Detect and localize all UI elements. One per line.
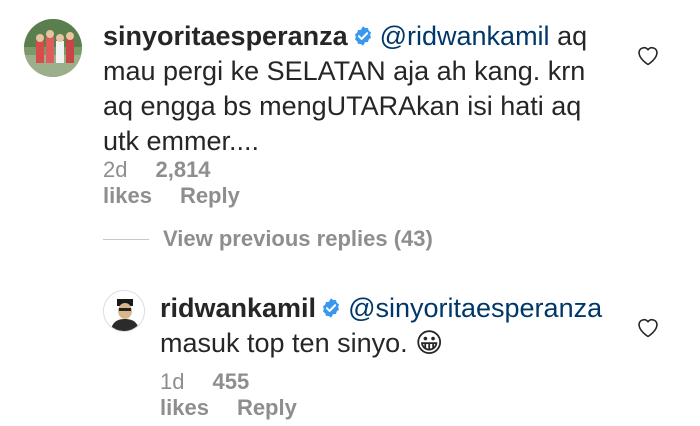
avatar-photo-icon — [24, 19, 82, 77]
comment-1-reply-button[interactable]: Reply — [180, 183, 240, 208]
heart-outline-icon[interactable] — [636, 316, 660, 338]
comment-1-line4: utk emmer.... — [103, 126, 260, 156]
divider-line — [103, 238, 149, 240]
comment-2-mention[interactable]: @sinyoritaesperanza — [348, 293, 602, 323]
comment-1-line2: mau pergi ke SELATAN aja ah kang. krn — [103, 56, 586, 86]
grinning-face-emoji: 😀 — [415, 328, 444, 358]
comment-2-line2: masuk top ten sinyo. — [160, 328, 416, 358]
comment-1-line3: aq engga bs mengUTARAkan isi hati aq — [103, 91, 582, 121]
heart-outline-icon[interactable] — [636, 44, 660, 66]
comment-1-username[interactable]: sinyoritaesperanza — [103, 21, 348, 51]
comment-2-time[interactable]: 1d — [160, 369, 184, 394]
view-previous-replies-label[interactable]: View previous replies (43) — [163, 226, 433, 252]
verified-badge-icon — [354, 26, 371, 46]
comment-1-text: sinyoritaesperanza @ridwankamil aq mau pe… — [103, 19, 623, 159]
verified-badge-icon — [323, 298, 340, 318]
avatar-ridwankamil[interactable] — [103, 290, 145, 332]
comment-1-time[interactable]: 2d — [103, 157, 127, 182]
comment-1-line1: aq — [549, 21, 588, 51]
comment-1-mention[interactable]: @ridwankamil — [380, 21, 550, 51]
comment-2-meta: 1d 455 likes Reply — [160, 369, 325, 421]
comment-2-text: ridwankamil @sinyoritaesperanza masuk top… — [160, 291, 640, 361]
view-previous-replies[interactable]: View previous replies (43) — [103, 226, 433, 252]
comment-2-username[interactable]: ridwankamil — [160, 293, 316, 323]
avatar-photo-icon — [104, 291, 144, 331]
comment-1-meta: 2d 2,814 likes Reply — [103, 157, 268, 209]
avatar-sinyoritaesperanza[interactable] — [24, 19, 82, 77]
comment-2-reply-button[interactable]: Reply — [237, 395, 297, 420]
